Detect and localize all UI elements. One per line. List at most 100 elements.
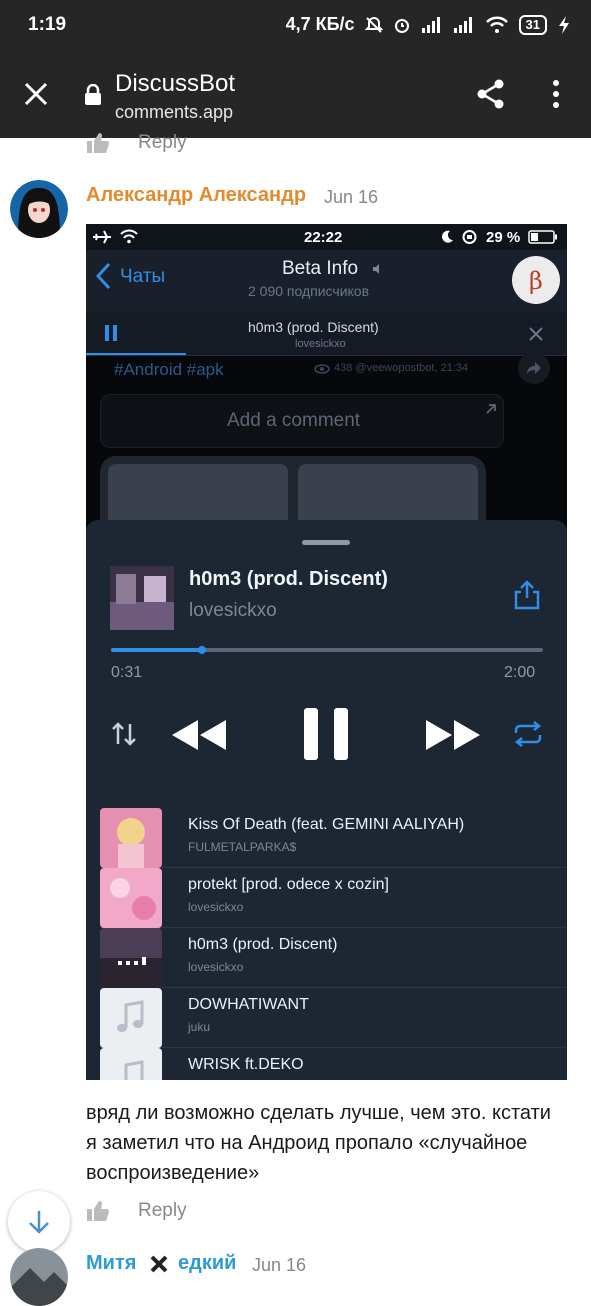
seek-bar-fill <box>111 648 202 652</box>
wifi-icon <box>120 229 138 244</box>
network-speed: 4,7 КБ/с <box>285 14 355 34</box>
status-bar: 1:19 4,7 КБ/с 31 <box>0 0 591 52</box>
reply-button[interactable]: Reply <box>138 132 187 154</box>
track-title: protekt [prod. odece x cozin] <box>188 876 389 893</box>
track-artist: juku <box>188 1020 211 1034</box>
comment-author[interactable]: Митя <box>86 1252 136 1275</box>
elapsed-time: 0:31 <box>111 664 143 681</box>
close-icon[interactable] <box>22 80 50 108</box>
add-comment-box[interactable]: Add a comment <box>100 394 504 448</box>
pause-icon[interactable] <box>104 324 118 342</box>
track-title: h0m3 (prod. Discent) <box>188 936 338 953</box>
track-cover-placeholder <box>100 988 162 1048</box>
previous-comment-actions: Reply <box>86 132 187 154</box>
track-cover <box>100 868 162 928</box>
track-artist: lovesickxo <box>188 900 244 914</box>
charging-icon <box>559 15 569 34</box>
music-note-icon <box>117 1000 144 1032</box>
mini-player-artist: lovesickxo <box>295 338 346 350</box>
arrow-down-icon <box>29 1211 49 1234</box>
channel-avatar-letter: β <box>529 267 543 295</box>
battery-indicator: 31 <box>518 14 547 35</box>
reply-button[interactable]: Reply <box>138 1200 187 1222</box>
custom-tab-toolbar: DiscussBot comments.app <box>0 52 591 138</box>
cross-emoji-icon <box>150 1255 168 1273</box>
reorder-icon[interactable] <box>110 720 138 748</box>
mini-player-title: h0m3 (prod. Discent) <box>248 319 379 335</box>
comment-author[interactable]: Александр Александр <box>86 184 306 207</box>
track-artist: FULMETALPARKA$ <box>188 840 297 854</box>
music-note-icon <box>124 1060 144 1080</box>
track-cover <box>100 928 162 988</box>
scroll-down-button[interactable] <box>8 1191 70 1253</box>
comment-date: Jun 16 <box>252 1255 307 1275</box>
share-icon[interactable] <box>475 78 507 110</box>
back-button[interactable]: Чаты <box>120 266 165 288</box>
track-title: DOWHATIWANT <box>188 996 309 1013</box>
avatar-image <box>10 180 68 238</box>
dimmed-channel-content: #Android #apk 438 @veewopostbot, 21:34 A… <box>86 352 567 546</box>
back-chevron-icon[interactable] <box>95 262 111 290</box>
rewind-icon[interactable] <box>170 718 228 752</box>
avatar[interactable] <box>10 180 68 238</box>
avatar-image <box>10 1248 68 1306</box>
like-icon[interactable] <box>86 1200 110 1222</box>
status-time: 1:19 <box>28 14 67 35</box>
post-meta: 438 @veewopostbot, 21:34 <box>334 362 469 374</box>
expand-arrow-icon <box>486 404 496 414</box>
mini-player-progress <box>86 353 186 355</box>
seek-bar-thumb[interactable] <box>197 646 206 654</box>
track-cover-placeholder <box>100 1048 162 1080</box>
muted-icon <box>373 264 379 274</box>
comment-actions: Reply <box>86 1200 187 1222</box>
channel-name: Beta Info <box>282 258 359 279</box>
ios-time: 22:22 <box>304 229 343 246</box>
close-icon[interactable] <box>528 326 544 342</box>
avatar[interactable] <box>10 1248 68 1306</box>
repeat-icon[interactable] <box>512 721 544 747</box>
share-icon[interactable] <box>513 580 541 610</box>
attached-screenshot[interactable]: 22:22 29 % Чаты Beta Info 2 090 подписчи… <box>86 224 567 1080</box>
track-artist: lovesickxo <box>188 960 244 974</box>
airplane-icon <box>93 230 111 244</box>
views-eye-icon <box>314 364 330 374</box>
track-cover <box>100 808 162 868</box>
add-comment-label: Add a comment <box>227 410 361 431</box>
playlist-item[interactable]: Kiss Of Death (feat. GEMINI AALIYAH) FUL… <box>100 808 567 868</box>
alarm-icon <box>394 18 409 33</box>
player-artist: lovesickxo <box>189 600 277 621</box>
comment-date: Jun 16 <box>324 187 379 207</box>
playlist-item[interactable]: WRISK ft.DEKO <box>100 1048 567 1080</box>
page-domain: comments.app <box>115 102 234 122</box>
rotation-lock-icon <box>462 230 477 244</box>
forward-button[interactable] <box>518 352 550 384</box>
pause-icon[interactable] <box>302 708 350 760</box>
channel-header: Чаты Beta Info 2 090 подписчиков β <box>86 250 567 312</box>
comment-author-suffix[interactable]: едкий <box>178 1252 236 1275</box>
signal-icon <box>421 16 440 33</box>
seek-bar[interactable] <box>111 646 543 654</box>
wifi-icon <box>485 16 508 33</box>
channel-avatar[interactable]: β <box>512 256 560 304</box>
post-hashtags[interactable]: #Android #apk <box>114 360 224 380</box>
playlist-item[interactable]: protekt [prod. odece x cozin] lovesickxo <box>100 868 567 928</box>
comment-body: вряд ли возможно сделать лучше, чем это.… <box>86 1102 551 1184</box>
subscriber-count: 2 090 подписчиков <box>248 283 370 299</box>
playlist-item-current[interactable]: h0m3 (prod. Discent) lovesickxo <box>100 928 567 988</box>
mini-player-bar[interactable]: h0m3 (prod. Discent) lovesickxo <box>86 312 567 356</box>
signal-icon-2 <box>453 16 472 33</box>
ios-battery-icon <box>528 230 557 244</box>
forward-icon <box>527 362 541 374</box>
more-vert-icon[interactable] <box>546 78 566 110</box>
ios-status-bar: 22:22 29 % <box>86 224 567 250</box>
playlist-item[interactable]: DOWHATIWANT juku <box>100 988 567 1048</box>
page-title: DiscussBot <box>115 70 236 97</box>
album-art <box>110 566 174 630</box>
total-duration: 2:00 <box>504 664 536 681</box>
fast-forward-icon[interactable] <box>424 718 482 752</box>
status-icons: 4,7 КБ/с 31 <box>286 14 571 35</box>
sheet-grabber[interactable] <box>302 540 350 545</box>
moon-icon <box>442 230 453 243</box>
like-icon[interactable] <box>86 132 110 154</box>
ios-battery-percent: 29 % <box>486 229 521 246</box>
